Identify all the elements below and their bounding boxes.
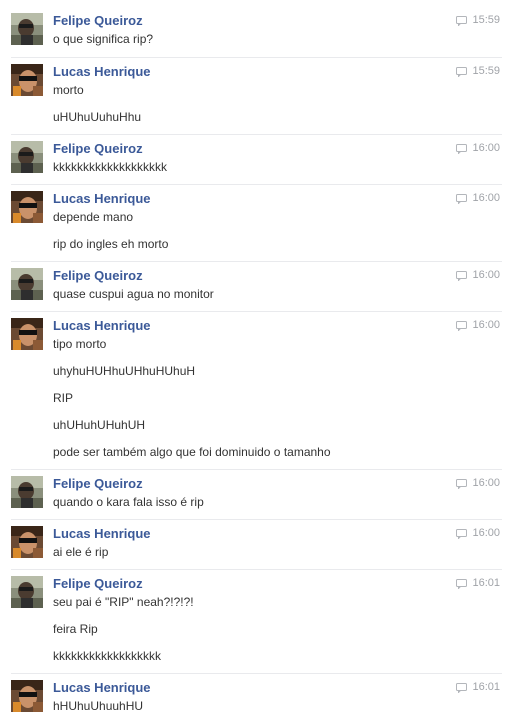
message-text: morto — [53, 83, 84, 97]
chat-bubble-icon — [456, 478, 468, 489]
message-text: uhUHuhUHuhUH — [53, 418, 146, 432]
timestamp: 16:00 — [472, 319, 500, 331]
message-divider — [11, 469, 502, 470]
chat-bubble-icon — [456, 270, 468, 281]
avatar[interactable] — [11, 191, 43, 223]
chat-bubble-icon — [456, 682, 468, 693]
message-divider — [11, 673, 502, 674]
message-text: rip do ingles eh morto — [53, 237, 169, 251]
message-text: RIP — [53, 391, 74, 405]
message-text: o que significa rip? — [53, 32, 154, 46]
message-text: ai ele é rip — [53, 545, 109, 559]
avatar[interactable] — [11, 680, 43, 712]
sender-name[interactable]: Lucas Henrique — [53, 526, 151, 541]
avatar[interactable] — [11, 476, 43, 508]
chat-bubble-icon — [456, 143, 468, 154]
message-text: quando o kara fala isso é rip — [53, 495, 204, 509]
chat-bubble-icon — [456, 578, 468, 589]
message-divider — [11, 311, 502, 312]
timestamp: 16:00 — [472, 527, 500, 539]
sender-name[interactable]: Lucas Henrique — [53, 680, 151, 695]
message-text: feira Rip — [53, 622, 98, 636]
avatar[interactable] — [11, 268, 43, 300]
message-text: depende mano — [53, 210, 134, 224]
message-text: tipo morto — [53, 337, 107, 351]
sender-name[interactable]: Lucas Henrique — [53, 64, 151, 79]
timestamp: 15:59 — [472, 14, 500, 26]
chat-bubble-icon — [456, 66, 468, 77]
message-text: seu pai é "RIP" neah?!?!?! — [53, 595, 194, 609]
message-divider — [11, 261, 502, 262]
timestamp: 16:00 — [472, 269, 500, 281]
sender-name[interactable]: Felipe Queiroz — [53, 13, 143, 28]
chat-bubble-icon — [456, 320, 468, 331]
sender-name[interactable]: Felipe Queiroz — [53, 268, 143, 283]
message-divider — [11, 134, 502, 135]
timestamp-group: 16:01 — [456, 577, 500, 590]
message-divider — [11, 569, 502, 570]
message-text: pode ser também algo que foi dominuido o… — [53, 445, 331, 459]
timestamp-group: 16:00 — [456, 142, 500, 155]
timestamp-group: 16:00 — [456, 269, 500, 282]
timestamp: 16:01 — [472, 681, 500, 693]
avatar[interactable] — [11, 64, 43, 96]
timestamp-group: 15:59 — [456, 14, 500, 27]
timestamp-group: 16:01 — [456, 681, 500, 694]
avatar[interactable] — [11, 13, 43, 45]
message-divider — [11, 184, 502, 185]
message-divider — [11, 519, 502, 520]
avatar[interactable] — [11, 576, 43, 608]
message-text: hHUhuUhuuhHU — [53, 699, 144, 713]
timestamp-group: 16:00 — [456, 192, 500, 205]
chat-conversation: Felipe Queiroz 15:59 o que significa rip? L… — [0, 0, 518, 718]
chat-bubble-icon — [456, 528, 468, 539]
timestamp: 16:00 — [472, 142, 500, 154]
message-text: kkkkkkkkkkkkkkkkkkk — [53, 160, 167, 174]
message-text: uHUhuUuhuHhu — [53, 110, 142, 124]
message-text: kkkkkkkkkkkkkkkkkk — [53, 649, 161, 663]
timestamp-group: 15:59 — [456, 65, 500, 78]
timestamp: 16:00 — [472, 477, 500, 489]
timestamp: 16:00 — [472, 192, 500, 204]
timestamp: 16:01 — [472, 577, 500, 589]
timestamp-group: 16:00 — [456, 319, 500, 332]
avatar[interactable] — [11, 526, 43, 558]
chat-bubble-icon — [456, 193, 468, 204]
sender-name[interactable]: Lucas Henrique — [53, 318, 151, 333]
avatar[interactable] — [11, 318, 43, 350]
message-text: quase cuspui agua no monitor — [53, 287, 214, 301]
sender-name[interactable]: Felipe Queiroz — [53, 476, 143, 491]
sender-name[interactable]: Felipe Queiroz — [53, 141, 143, 156]
sender-name[interactable]: Felipe Queiroz — [53, 576, 143, 591]
message-text: uhyhuHUHhuUHhuHUhuH — [53, 364, 196, 378]
timestamp-group: 16:00 — [456, 527, 500, 540]
timestamp: 15:59 — [472, 65, 500, 77]
timestamp-group: 16:00 — [456, 477, 500, 490]
sender-name[interactable]: Lucas Henrique — [53, 191, 151, 206]
message-divider — [11, 57, 502, 58]
chat-bubble-icon — [456, 15, 468, 26]
avatar[interactable] — [11, 141, 43, 173]
